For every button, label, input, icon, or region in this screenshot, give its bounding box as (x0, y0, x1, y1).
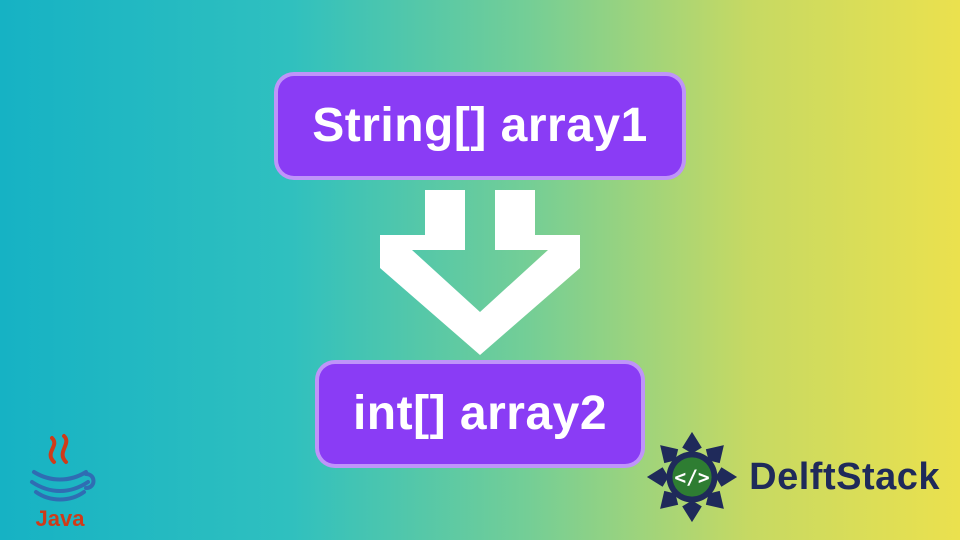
delftstack-emblem-icon: </> (643, 428, 741, 526)
delftstack-logo-text: DelftStack (749, 456, 940, 499)
conversion-arrow (370, 180, 590, 360)
java-logo: Java (20, 432, 100, 532)
down-arrow-icon (370, 180, 590, 360)
delftstack-logo: </> DelftStack (643, 428, 940, 526)
java-cup-icon (20, 432, 100, 512)
source-type-label: String[] array1 (274, 72, 686, 180)
target-type-label: int[] array2 (315, 360, 645, 468)
java-logo-text: Java (36, 506, 85, 532)
svg-text:</>: </> (674, 466, 709, 489)
